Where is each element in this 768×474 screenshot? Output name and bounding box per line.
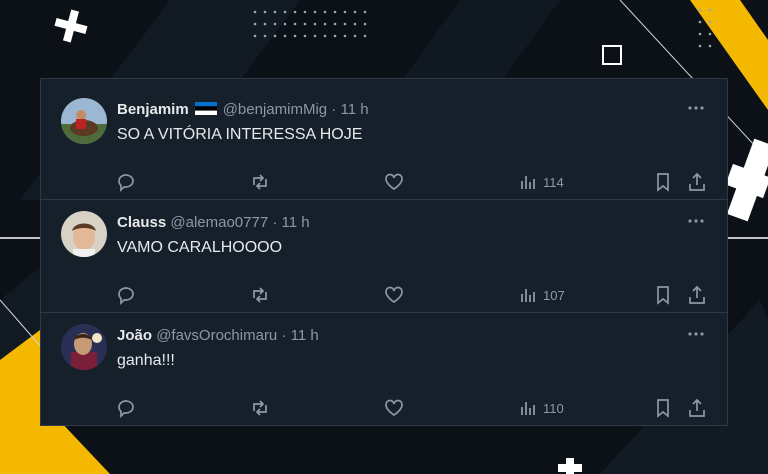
views-label: 110 <box>543 400 564 416</box>
like-icon[interactable] <box>383 284 405 306</box>
separator: · <box>281 327 287 344</box>
retweet-icon[interactable] <box>249 171 271 193</box>
share-icon[interactable] <box>686 397 708 419</box>
reply-icon[interactable] <box>116 284 138 306</box>
views-icon <box>521 289 535 302</box>
tweet-header: Clauss @alemao0777 · 11 h <box>117 214 310 231</box>
display-name[interactable]: Benjamim <box>117 101 189 118</box>
separator: · <box>331 101 337 118</box>
bookmark-icon[interactable] <box>652 397 674 419</box>
tweet-text: ganha!!! <box>117 352 175 369</box>
avatar[interactable] <box>61 211 107 257</box>
views-label: 114 <box>543 174 564 190</box>
bookmark-icon[interactable] <box>652 171 674 193</box>
views-count[interactable]: 107 <box>519 284 565 306</box>
more-icon[interactable] <box>685 210 707 232</box>
more-icon[interactable] <box>685 97 707 119</box>
separator: · <box>272 214 278 231</box>
timestamp[interactable]: 11 h <box>282 214 310 231</box>
display-name[interactable]: Clauss <box>117 214 166 231</box>
views-icon <box>521 176 535 189</box>
reply-icon[interactable] <box>116 397 138 419</box>
timestamp[interactable]: 11 h <box>340 101 368 118</box>
views-label: 107 <box>543 287 565 303</box>
reply-icon[interactable] <box>116 171 138 193</box>
tweet-thread-panel: Benjamim @benjamimMig · 11 h SO A VITÓRIA… <box>40 78 728 426</box>
bookmark-icon[interactable] <box>652 284 674 306</box>
tweet-item[interactable]: Benjamim @benjamimMig · 11 h SO A VITÓRIA… <box>41 87 727 200</box>
share-icon[interactable] <box>686 171 708 193</box>
flag-estonia-icon <box>194 102 217 115</box>
tweet-item[interactable]: João @favsOrochimaru · 11 h ganha!!! 110 <box>41 313 727 425</box>
like-icon[interactable] <box>383 171 405 193</box>
retweet-icon[interactable] <box>249 284 271 306</box>
views-count[interactable]: 114 <box>519 171 564 193</box>
handle[interactable]: @favsOrochimaru <box>156 327 277 344</box>
tweet-item[interactable]: Clauss @alemao0777 · 11 h VAMO CARALHOOO… <box>41 200 727 313</box>
avatar[interactable] <box>61 324 107 370</box>
handle[interactable]: @benjamimMig <box>223 101 327 118</box>
display-name[interactable]: João <box>117 327 152 344</box>
tweet-header: Benjamim @benjamimMig · 11 h <box>117 101 369 118</box>
avatar[interactable] <box>61 98 107 144</box>
like-icon[interactable] <box>383 397 405 419</box>
share-icon[interactable] <box>686 284 708 306</box>
retweet-icon[interactable] <box>249 397 271 419</box>
handle[interactable]: @alemao0777 <box>170 214 268 231</box>
tweet-header: João @favsOrochimaru · 11 h <box>117 327 319 344</box>
tweet-text: VAMO CARALHOOOO <box>117 239 283 256</box>
timestamp[interactable]: 11 h <box>291 327 319 344</box>
tweet-text: SO A VITÓRIA INTERESSA HOJE <box>117 126 363 143</box>
more-icon[interactable] <box>685 323 707 345</box>
views-icon <box>521 402 535 415</box>
views-count[interactable]: 110 <box>519 397 564 419</box>
